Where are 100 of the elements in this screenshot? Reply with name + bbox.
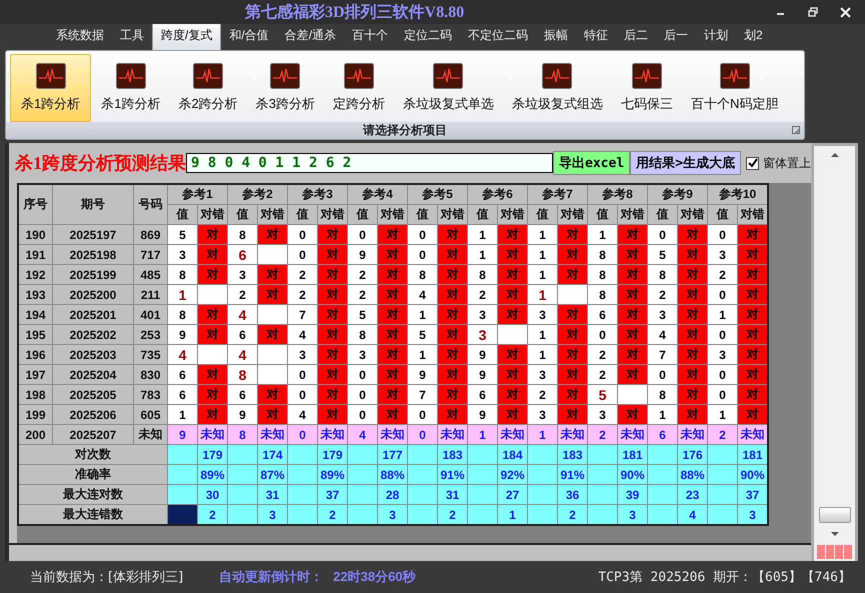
checkbox[interactable] xyxy=(746,156,759,170)
menu-tab[interactable]: 计划 xyxy=(696,23,736,50)
table-cell: 0 xyxy=(708,284,738,304)
table-cell: 对 xyxy=(618,264,648,284)
table-cell: 0 xyxy=(288,224,318,244)
action-button[interactable]: 导出excel xyxy=(553,151,630,175)
table-cell: 对 xyxy=(618,304,648,324)
column-header: 参考3 xyxy=(288,184,348,204)
table-cell: 37 xyxy=(738,484,768,504)
ribbon-button[interactable]: 七码保三 xyxy=(612,54,681,122)
table-cell: 对 xyxy=(498,304,528,324)
table-cell: 3 xyxy=(258,504,288,525)
action-button[interactable]: 用结果>生成大底 xyxy=(630,151,741,175)
table-cell: 对 xyxy=(618,344,648,364)
table-cell: 87% xyxy=(258,464,288,484)
table-cell: 0 xyxy=(648,224,678,244)
result-field[interactable]: 9 8 0 4 0 1 1 2 6 2 xyxy=(186,153,554,173)
menu-tab[interactable]: 跨度/复式 xyxy=(152,22,222,50)
ribbon-button[interactable]: 百十个N码定胆 xyxy=(682,54,786,122)
table-cell: 181 xyxy=(738,444,768,464)
table-cell: 194 xyxy=(18,304,52,324)
table-cell: 2 xyxy=(708,264,738,284)
menu-tab[interactable]: 后二 xyxy=(616,23,656,50)
table-cell: 对 xyxy=(738,224,768,244)
table-cell: 对 xyxy=(318,384,348,404)
table-cell: 对 xyxy=(558,344,588,364)
table-cell: 对 xyxy=(378,284,408,304)
scrollbar-thumb[interactable] xyxy=(818,507,850,523)
table-cell: 717 xyxy=(134,244,168,264)
table-cell: 对 xyxy=(198,244,228,264)
menu-tab[interactable]: 和/合值 xyxy=(221,23,277,50)
table-cell: 对 xyxy=(678,304,708,324)
menu-tab[interactable]: 特征 xyxy=(576,23,616,50)
table-cell: 184 xyxy=(498,444,528,464)
ribbon-button[interactable]: 杀2跨分析 xyxy=(170,54,246,122)
table-cell: 1 xyxy=(708,404,738,424)
pulse-chart-icon xyxy=(720,63,750,89)
table-cell: 1 xyxy=(408,304,438,324)
checkbox-label: 窗体置上 xyxy=(763,154,811,172)
table-cell: 193 xyxy=(18,284,52,304)
menu-tab[interactable]: 不定位二码 xyxy=(460,23,536,50)
menu-tab[interactable]: 工具 xyxy=(112,23,152,50)
menu-tab[interactable]: 合差/通杀 xyxy=(276,23,344,50)
column-header: 值 xyxy=(468,204,498,224)
table-cell: 对 xyxy=(378,344,408,364)
group-label: 请选择分析项目 xyxy=(363,122,447,139)
ribbon-button[interactable]: 杀3跨分析 xyxy=(248,54,323,122)
column-header: 号码 xyxy=(134,184,168,224)
table-cell: 5 xyxy=(648,244,678,264)
expand-icon[interactable] xyxy=(792,126,800,134)
table-cell: 1 xyxy=(528,324,558,344)
table-cell: 对 xyxy=(378,324,408,344)
table-cell: 对 xyxy=(738,404,768,424)
table-cell: 36 xyxy=(558,484,588,504)
ribbon-button[interactable]: 杀1跨分析 xyxy=(10,54,92,122)
table-cell: 2025200 xyxy=(52,284,134,304)
table-cell: 3 xyxy=(168,244,198,264)
table-cell: 0 xyxy=(408,404,438,424)
table-cell: 对 xyxy=(318,244,348,264)
table-cell: 1 xyxy=(588,224,618,244)
table-cell: 2 xyxy=(468,284,498,304)
table-cell: 3 xyxy=(528,404,558,424)
column-header: 值 xyxy=(168,204,198,224)
table-cell: 未知 xyxy=(618,424,648,444)
scroll-up-icon[interactable] xyxy=(830,152,840,158)
ribbon-button[interactable]: 杀垃圾复式组选 xyxy=(504,54,611,122)
scroll-down-icon[interactable] xyxy=(830,531,840,537)
table-cell: 对 xyxy=(438,364,468,384)
table-cell: 3 xyxy=(708,244,738,264)
menu-tab[interactable]: 定位二码 xyxy=(396,23,460,50)
table-cell: 8 xyxy=(648,384,678,404)
ribbon-button[interactable]: 杀1跨分析 xyxy=(93,54,168,122)
menu-tab[interactable]: 百十个 xyxy=(344,23,396,50)
scrollbar[interactable] xyxy=(811,143,858,561)
table-cell: 对 xyxy=(678,244,708,264)
table-cell: 对 xyxy=(678,264,708,284)
table-cell: 6 xyxy=(588,304,618,324)
menu-tab[interactable]: 振幅 xyxy=(536,23,576,50)
table-cell: 2 xyxy=(558,504,588,525)
table-cell: 8 xyxy=(588,284,618,304)
table-cell: 0 xyxy=(588,324,618,344)
table-cell: 对 xyxy=(198,304,228,324)
close-icon[interactable] xyxy=(840,6,851,18)
ribbon-button[interactable]: 杀垃圾复式单选 xyxy=(394,54,502,122)
pulse-chart-icon xyxy=(632,63,662,89)
table-cell: 3 xyxy=(528,304,558,324)
restore-icon[interactable] xyxy=(808,7,818,17)
table-cell: 0 xyxy=(348,364,378,384)
pulse-chart-icon xyxy=(36,63,66,89)
table-cell: 2025206 xyxy=(52,404,134,424)
menu-tab[interactable]: 后一 xyxy=(656,23,696,50)
table-cell: 197 xyxy=(18,364,52,384)
table-cell: 0 xyxy=(288,364,318,384)
ribbon-button[interactable]: 定跨分析 xyxy=(324,54,393,122)
table-cell: 177 xyxy=(378,444,408,464)
table-cell: 190 xyxy=(18,224,52,244)
table-cell: 8 xyxy=(228,224,258,244)
menu-tab[interactable]: 划2 xyxy=(736,23,771,50)
menu-tab[interactable]: 系统数据 xyxy=(48,23,112,50)
column-header: 值 xyxy=(228,204,258,224)
